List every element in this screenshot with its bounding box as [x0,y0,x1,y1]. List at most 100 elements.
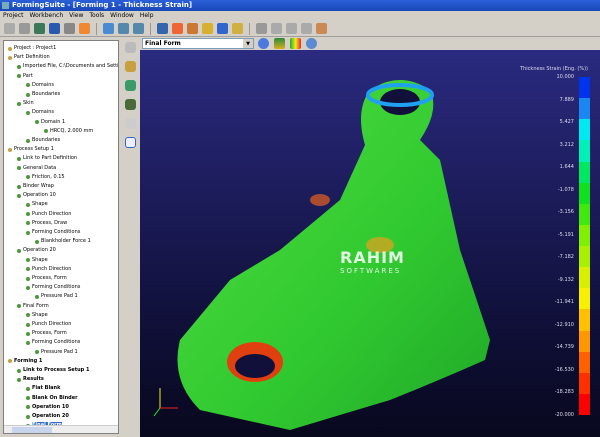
save-icon[interactable] [34,23,45,34]
refresh-icon[interactable] [64,23,75,34]
part-icon[interactable] [124,80,136,91]
node-icon [26,285,30,290]
tree-node[interactable]: Part [17,73,33,80]
tree-node[interactable]: Pressure Pad 1 [35,293,78,300]
chevron-down-icon[interactable]: ▼ [243,39,253,48]
new-icon[interactable] [4,23,15,34]
filter-icon[interactable] [256,23,267,34]
download-icon[interactable] [286,23,297,34]
legend-tick-label: -3.156 [557,209,574,216]
menu-tools[interactable]: Tools [89,11,104,21]
menu-workbench[interactable]: Workbench [30,11,64,21]
tree-node[interactable]: Punch Direction [26,266,71,273]
tree-node[interactable]: Process Setup 1 [8,146,54,153]
rotate-icon[interactable] [157,23,168,34]
pan-icon[interactable] [172,23,183,34]
tree-node[interactable]: Shape [26,201,48,208]
box-icon[interactable] [202,23,213,34]
tree-node[interactable]: Operation 20 [17,247,56,254]
open-icon[interactable] [19,23,30,34]
tree-node[interactable]: Results [17,376,44,383]
tree-node-label: Punch Direction [32,265,72,272]
tree-node[interactable]: Punch Direction [26,211,71,218]
zoom-in-icon[interactable] [118,23,129,34]
tree-node[interactable]: Friction, 0.15 [26,174,65,181]
tree-node[interactable]: Skin [17,100,34,107]
measure-icon[interactable] [232,23,243,34]
tree-node[interactable]: Process, Form [26,275,67,282]
tree-node[interactable]: Operation 10 [26,404,69,411]
filter-icon[interactable] [124,42,136,53]
tree-node[interactable]: Link to Process Setup 1 [17,367,89,374]
tree-node[interactable]: Process, Draw [26,220,67,227]
tree-node[interactable]: Blankholder Force 1 [35,238,91,245]
project-tree[interactable]: Project : Project1 Part Definition Importe… [3,40,119,434]
tree-node[interactable]: Operation 10 [17,192,56,199]
tree-node-label: Process, Draw [32,219,68,226]
zoom-out-icon[interactable] [133,23,144,34]
node-icon [17,184,21,189]
tree-node[interactable]: Forming 1 [8,358,42,365]
process-icon[interactable] [124,99,136,110]
tree-node[interactable]: Operation 20 [26,413,69,420]
menu-view[interactable]: View [69,11,83,21]
cylinder-icon[interactable] [217,23,228,34]
graph-icon[interactable] [316,23,327,34]
menu-help[interactable]: Help [140,11,154,21]
legend-tick-label: -20.000 [554,412,574,418]
report-icon[interactable] [124,137,136,148]
tree-horizontal-scrollbar[interactable] [4,425,118,433]
legend-band [579,351,590,373]
globe-icon[interactable] [258,38,269,49]
node-icon [17,377,21,382]
legend-band [579,288,590,310]
tree-node[interactable]: Pressure Pad 1 [35,349,78,356]
tree-node[interactable]: Process, Form [26,330,67,337]
menu-window[interactable]: Window [110,11,134,21]
tree-node[interactable]: Final Form [17,303,49,310]
tree-node[interactable]: Binder Wrap [17,183,54,190]
menu-project[interactable]: Project [3,11,24,21]
view-selector[interactable]: Final Form ▼ [142,38,254,49]
settings-icon[interactable] [306,38,317,49]
tree-node[interactable]: Part Definition [8,54,50,61]
tree-node[interactable]: Domain 1 [35,119,65,126]
tree-node[interactable]: Link to Part Definition [17,155,77,162]
tree-node[interactable]: Forming Conditions [26,284,80,291]
legend-band [579,330,590,352]
legend-band [579,267,590,289]
tree-node[interactable]: Boundaries [26,91,60,98]
part-model [153,80,490,430]
tree-node[interactable]: Domains [26,82,54,89]
tree-node[interactable]: Blank On Binder [26,395,78,402]
tree-node-label: Pressure Pad 1 [41,348,78,355]
app-icon [2,2,9,9]
tree-node[interactable]: Punch Direction [26,321,71,328]
node-icon [17,248,21,253]
tree-node[interactable]: Imported File, C:\Documents and Settin [17,63,118,70]
help-icon[interactable] [79,23,90,34]
tree-node-label: Operation 20 [32,413,69,419]
tree-node-label: Pressure Pad 1 [41,293,78,300]
contour-icon[interactable] [274,38,285,49]
legend-tick-label: -16.530 [554,366,574,373]
colormap-icon[interactable] [290,38,301,49]
tree-node[interactable]: Flat Blank [26,385,60,392]
tree-node[interactable]: Shape [26,312,48,319]
flag-icon[interactable] [301,23,312,34]
tree-node[interactable]: Domains [26,109,54,116]
tree-node[interactable]: HRCQ, 2.000 mm [44,128,93,135]
pick-icon[interactable] [187,23,198,34]
tree-node[interactable]: Boundaries [26,137,60,144]
tree-node[interactable]: Shape [26,257,48,264]
fit-icon[interactable] [103,23,114,34]
model-icon[interactable] [49,23,60,34]
tree-node[interactable]: Forming Conditions [26,229,80,236]
forming-icon[interactable] [124,61,136,72]
axis-icon[interactable] [124,118,136,129]
tree-node[interactable]: Forming Conditions [26,339,80,346]
undo-icon[interactable] [271,23,282,34]
tree-node[interactable]: Project : Project1 [8,45,56,52]
3d-viewport[interactable]: RAHIM SOFTWARES Thickness Strain (Eng. (%… [140,50,600,437]
tree-node[interactable]: General Data [17,165,56,172]
